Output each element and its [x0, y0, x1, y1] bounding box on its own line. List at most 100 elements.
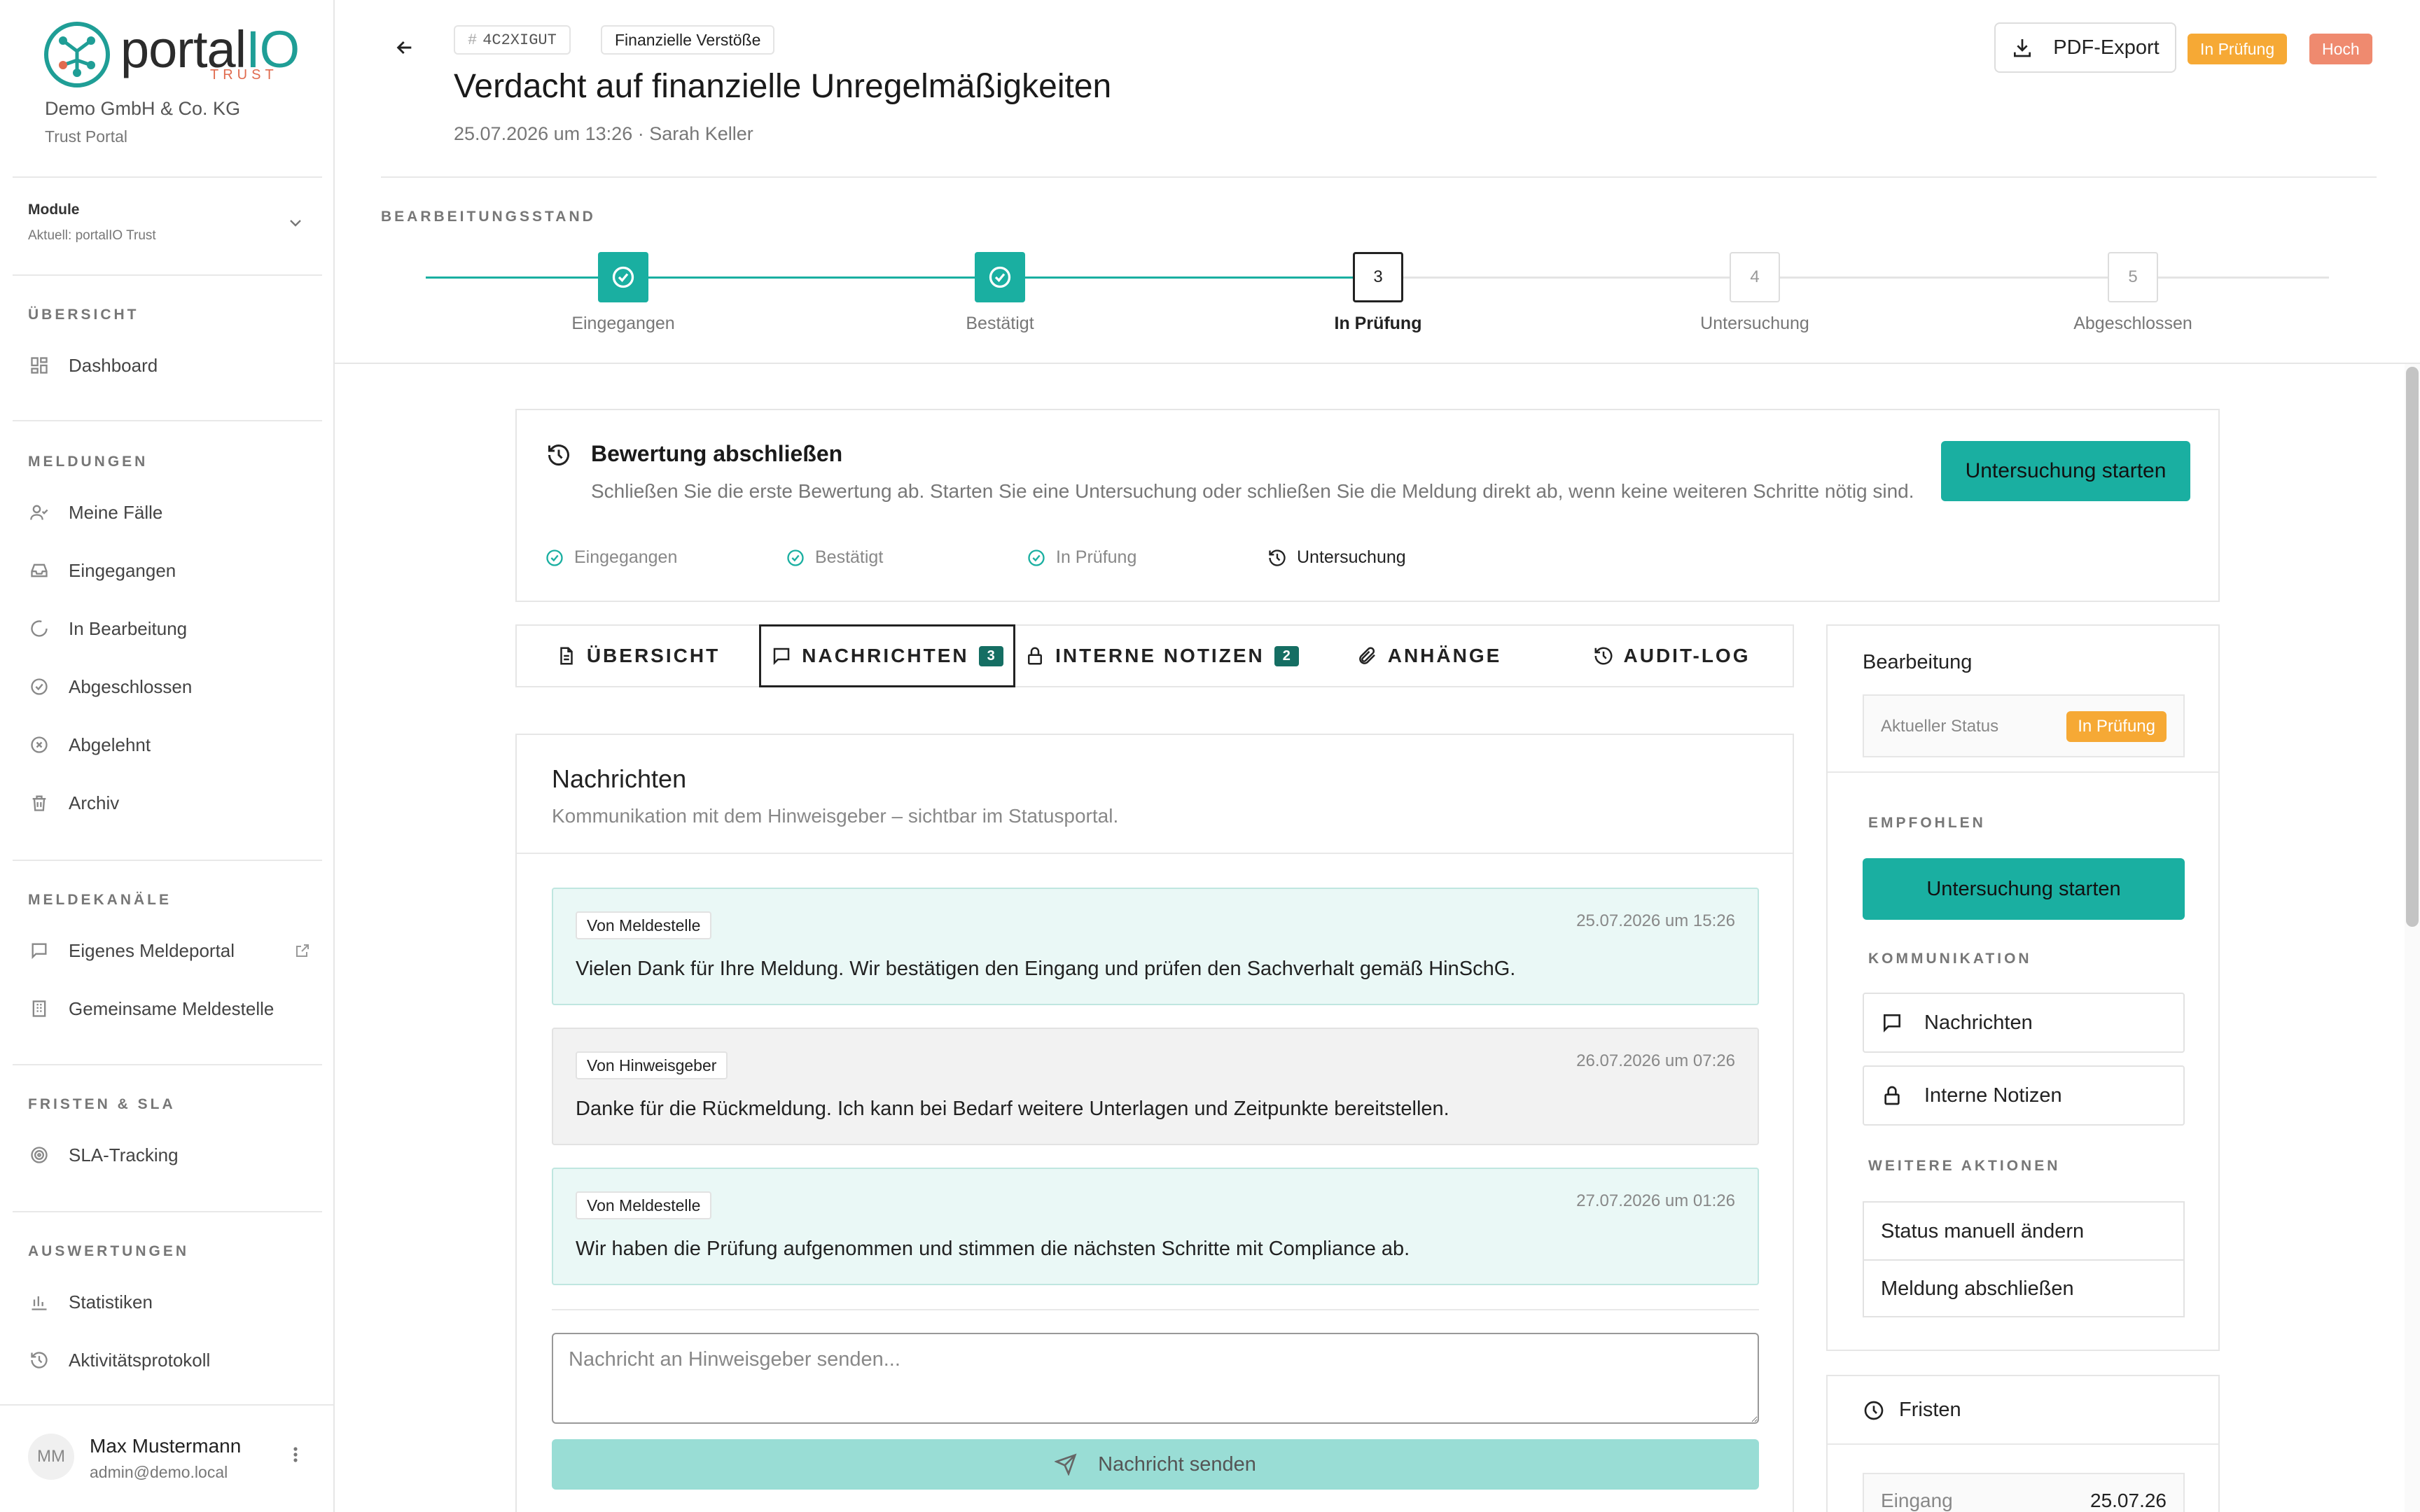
check-circle-icon [546, 549, 563, 566]
close-report-button[interactable]: Meldung abschließen [1864, 1260, 2183, 1317]
panel-title: Bearbeitung [1863, 651, 1973, 673]
send-icon [1055, 1453, 1077, 1476]
sidebar-item-label: In Bearbeitung [69, 617, 188, 639]
message-date: 25.07.2026 um 15:26 [1576, 911, 1735, 930]
step-label: Bestätigt [966, 314, 1034, 333]
sidebar-item-dashboard[interactable]: Dashboard [28, 346, 322, 385]
assessment-description: Schließen Sie die erste Bewertung ab. St… [591, 480, 1914, 502]
message-icon [28, 939, 50, 962]
message-icon [1884, 1014, 1900, 1032]
tab-count: 3 [978, 645, 1003, 666]
avatar[interactable]: MM [28, 1434, 74, 1480]
assessment-title: Bewertung abschließen [591, 441, 843, 466]
section-heading-deadlines: FRISTEN & SLA [28, 1096, 176, 1112]
sidebar-item-activity-log[interactable]: Aktivitätsprotokoll [28, 1340, 322, 1380]
tab-audit-log[interactable]: AUDIT-LOG [1550, 626, 1793, 686]
building-icon [28, 997, 50, 1020]
message-sender: Von Meldestelle [576, 911, 712, 939]
divider [552, 1309, 1759, 1310]
mini-step: Eingegangen [545, 547, 677, 568]
divider [13, 420, 322, 421]
internal-notes-button[interactable]: Interne Notizen [1863, 1065, 2185, 1126]
messages-button[interactable]: Nachrichten [1863, 993, 2185, 1053]
current-status-label: Aktueller Status [1881, 717, 1999, 736]
paperclip-icon [1358, 647, 1375, 664]
sidebar-item-rejected[interactable]: Abgelehnt [28, 725, 322, 764]
chevron-down-icon[interactable] [287, 214, 304, 231]
sidebar-item-statistics[interactable]: Statistiken [28, 1282, 322, 1322]
sidebar-item-completed[interactable]: Abgeschlossen [28, 667, 322, 706]
x-circle-icon [28, 734, 50, 756]
messages-title: Nachrichten [552, 764, 687, 793]
button-label: Interne Notizen [1924, 1084, 2062, 1107]
step-3-box: 3 [1353, 252, 1403, 302]
more-vertical-icon[interactable] [288, 1445, 302, 1464]
start-investigation-button[interactable]: Untersuchung starten [1941, 441, 2190, 501]
message-text: Danke für die Rückmeldung. Ich kann bei … [576, 1098, 1449, 1120]
progress-icon [28, 617, 50, 640]
brand-logo-icon[interactable] [42, 20, 112, 90]
tab-count: 2 [1274, 645, 1299, 666]
sidebar-item-in-progress[interactable]: In Bearbeitung [28, 609, 322, 648]
module-current[interactable]: Aktuell: portalIO Trust [28, 228, 156, 244]
sidebar-item-received[interactable]: Eingegangen [28, 551, 322, 590]
sidebar-item-shared-office[interactable]: Gemeinsame Meldestelle [28, 989, 322, 1028]
sidebar-item-own-portal[interactable]: Eigenes Meldeportal [28, 931, 322, 970]
section-heading-overview: ÜBERSICHT [28, 307, 139, 323]
sidebar-item-archive[interactable]: Archiv [28, 783, 322, 822]
tab-attachments[interactable]: ANHÄNGE [1308, 626, 1550, 686]
mini-step-current: Untersuchung [1267, 547, 1406, 568]
section-heading-reports: MELDUNGEN [28, 454, 148, 470]
message-text: Wir haben die Prüfung aufgenommen und st… [576, 1238, 1410, 1260]
divider [0, 1404, 333, 1406]
sidebar-item-my-cases[interactable]: Meine Fälle [28, 493, 322, 532]
step-label: Abgeschlossen [2073, 314, 2192, 333]
case-meta: 25.07.2026 um 13:26 · Sarah Keller [454, 123, 753, 144]
sidebar-item-label: Aktivitätsprotokoll [69, 1349, 211, 1371]
mini-step: Bestätigt [786, 547, 883, 568]
tab-messages[interactable]: NACHRICHTEN 3 [759, 624, 1015, 687]
divider [13, 1211, 322, 1212]
step-label-current: In Prüfung [1334, 314, 1422, 333]
assessment-card: Bewertung abschließen Schließen Sie die … [515, 409, 2220, 602]
sidebar-item-label: Dashboard [69, 354, 158, 376]
change-status-button[interactable]: Status manuell ändern [1864, 1203, 2183, 1260]
sidebar: portalIO TRUST Demo GmbH & Co. KG Trust … [0, 0, 335, 1512]
divider [1828, 771, 2218, 773]
module-label[interactable]: Module [28, 202, 80, 218]
divider [335, 363, 2420, 364]
mini-step-label: Bestätigt [815, 547, 884, 567]
tab-internal-notes[interactable]: INTERNE NOTIZEN 2 [1015, 626, 1308, 686]
scrollbar-thumb[interactable] [2406, 367, 2419, 927]
start-investigation-button[interactable]: Untersuchung starten [1863, 858, 2185, 920]
stepper-heading: BEARBEITUNGSSTAND [381, 209, 596, 225]
section-heading-more-actions: WEITERE AKTIONEN [1868, 1158, 2061, 1174]
pdf-export-button[interactable]: PDF-Export [1994, 22, 2176, 73]
sidebar-item-sla-tracking[interactable]: SLA-Tracking [28, 1135, 322, 1175]
tab-overview[interactable]: ÜBERSICHT [517, 626, 759, 686]
tab-bar: ÜBERSICHT NACHRICHTEN 3 INTERNE NOTIZEN … [515, 624, 1794, 687]
send-message-button[interactable]: Nachricht senden [552, 1439, 1759, 1490]
deadline-value: 25.07.26 [2090, 1490, 2167, 1511]
message-date: 27.07.2026 um 01:26 [1576, 1191, 1735, 1210]
deadlines-title: Fristen [1863, 1399, 1961, 1422]
send-message-label: Nachricht senden [1098, 1452, 1256, 1476]
message-input[interactable] [552, 1333, 1759, 1424]
mini-step-label: Untersuchung [1297, 547, 1406, 567]
tab-label: INTERNE NOTIZEN [1055, 645, 1265, 666]
deadlines-title-label: Fristen [1899, 1399, 1961, 1421]
check-circle-icon [787, 549, 804, 566]
user-name: Max Mustermann [90, 1435, 242, 1457]
external-link-icon[interactable] [294, 942, 311, 959]
lock-icon [1028, 647, 1043, 665]
current-status-box: Aktueller Status In Prüfung [1863, 694, 2185, 757]
step-5-box: 5 [2108, 252, 2158, 302]
case-id-badge: #4C2XIGUT [454, 25, 571, 55]
message-text: Vielen Dank für Ihre Meldung. Wir bestät… [576, 958, 1516, 980]
messages-panel: Nachrichten Kommunikation mit dem Hinwei… [515, 734, 1794, 1512]
back-arrow-icon[interactable] [394, 36, 416, 59]
deadline-row: Eingang 25.07.26 [1863, 1473, 2185, 1512]
priority-badge: Hoch [2309, 34, 2372, 64]
message-item: Von Meldestelle 27.07.2026 um 01:26 Wir … [552, 1168, 1759, 1285]
section-heading-channels: MELDEKANÄLE [28, 892, 172, 908]
